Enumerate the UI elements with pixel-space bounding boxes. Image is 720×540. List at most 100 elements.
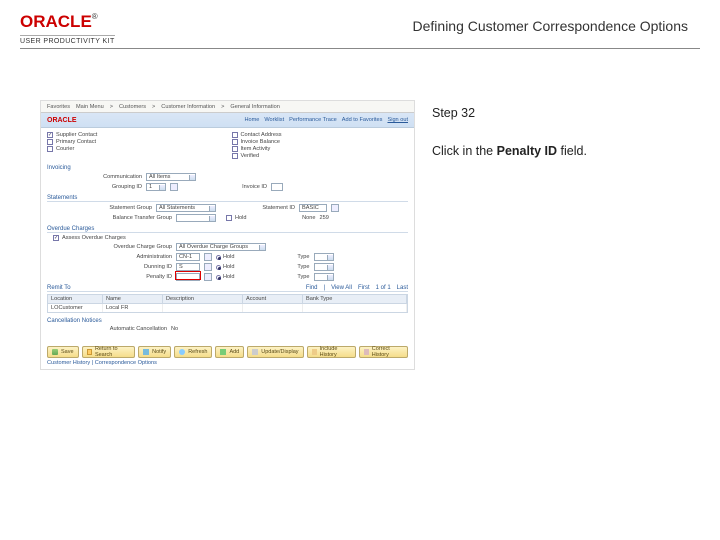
balance-group-select[interactable] xyxy=(176,214,216,222)
col-header: Account xyxy=(243,295,303,303)
field-label: Type xyxy=(285,274,310,280)
oracle-logo-block: ORACLE® USER PRODUCTIVITY KIT xyxy=(20,12,115,45)
overdue-group-select[interactable]: All Overdue Charge Groups xyxy=(176,243,266,251)
checkbox[interactable] xyxy=(232,132,238,138)
breadcrumb-item[interactable]: Customers xyxy=(119,104,146,110)
section-title-cancellation: Cancellation Notices xyxy=(47,318,408,324)
col-header: Description xyxy=(163,295,243,303)
field-label: Grouping ID xyxy=(87,184,142,190)
field-label: Balance Transfer Group xyxy=(87,215,172,221)
dunning-id-input[interactable]: S xyxy=(176,263,200,271)
lookup-icon[interactable] xyxy=(204,263,212,271)
page-title: Defining Customer Correspondence Options xyxy=(413,18,688,34)
nav-link[interactable]: Worklist xyxy=(264,117,284,123)
oracle-app-logo: ORACLE xyxy=(47,117,77,124)
step-body-pre: Click in the xyxy=(432,144,497,158)
checkbox-label: Hold xyxy=(235,215,247,221)
upk-subtitle: USER PRODUCTIVITY KIT xyxy=(20,35,115,45)
checkbox-label: Primary Contact xyxy=(56,139,96,145)
return-button[interactable]: Return to Search xyxy=(82,346,136,358)
checkbox[interactable] xyxy=(47,132,53,138)
statement-id-input[interactable]: BASIC xyxy=(299,204,327,212)
checkbox[interactable] xyxy=(47,139,53,145)
hold-radio[interactable] xyxy=(216,275,221,280)
administration-input[interactable]: CN-1 xyxy=(176,253,200,261)
correct-history-button[interactable]: Correct History xyxy=(359,346,408,358)
last-link[interactable]: Last xyxy=(397,285,408,291)
nav-link[interactable]: Home xyxy=(244,117,259,123)
hold-radio[interactable] xyxy=(216,255,221,260)
hold-radio[interactable] xyxy=(216,265,221,270)
statement-group-select[interactable]: All Statements xyxy=(156,204,216,212)
section-title-statements: Statements xyxy=(47,195,408,202)
footer-links[interactable]: Customer History | Correspondence Option… xyxy=(47,360,408,366)
save-button[interactable]: Save xyxy=(47,346,79,358)
hold-checkbox[interactable] xyxy=(226,215,232,221)
field-label: Communication xyxy=(87,174,142,180)
nav-link[interactable]: Performance Trace xyxy=(289,117,337,123)
field-label: Penalty ID xyxy=(87,274,172,280)
checkbox-label: Supplier Contact xyxy=(56,132,97,138)
type-select[interactable] xyxy=(314,253,334,261)
balance-value: 259 xyxy=(320,215,329,221)
lookup-icon[interactable] xyxy=(170,183,178,191)
checkbox[interactable] xyxy=(232,139,238,145)
checkbox[interactable] xyxy=(47,146,53,152)
breadcrumb-item[interactable]: Favorites xyxy=(47,104,70,110)
return-icon xyxy=(87,349,92,355)
radio-label: Hold xyxy=(223,264,235,270)
communication-select[interactable]: All Items xyxy=(146,173,196,181)
lookup-icon[interactable] xyxy=(331,204,339,212)
grouping-id-select[interactable]: 1 xyxy=(146,183,166,191)
add-button[interactable]: Add xyxy=(215,346,244,358)
find-link[interactable]: Find xyxy=(306,285,318,291)
view-all-link[interactable]: View All xyxy=(331,285,352,291)
notify-button[interactable]: Notify xyxy=(138,346,171,358)
section-title-overdue: Overdue Charges xyxy=(47,226,408,233)
field-label: Automatic Cancellation xyxy=(87,326,167,332)
notify-icon xyxy=(143,349,149,355)
field-label: Type xyxy=(285,264,310,270)
add-icon xyxy=(220,349,226,355)
update-icon xyxy=(252,349,258,355)
radio-label: Hold xyxy=(223,274,235,280)
remit-grid: Location Name Description Account Bank T… xyxy=(47,294,408,313)
radio-label: Hold xyxy=(223,254,235,260)
step-body-post: field. xyxy=(557,144,587,158)
first-link[interactable]: First xyxy=(358,285,370,291)
field-label: Statement ID xyxy=(240,205,295,211)
include-history-button[interactable]: Include History xyxy=(307,346,356,358)
update-display-button[interactable]: Update/Display xyxy=(247,346,303,358)
checkbox-label: Assess Overdue Charges xyxy=(62,235,126,241)
step-label: Step 32 xyxy=(432,106,692,122)
nav-link[interactable]: Sign out xyxy=(387,117,408,123)
section-title-invoicing: Invoicing xyxy=(47,165,408,171)
correct-icon xyxy=(364,349,369,355)
breadcrumb-item[interactable]: Customer Information xyxy=(161,104,215,110)
assess-overdue-checkbox[interactable] xyxy=(53,235,59,241)
lookup-icon[interactable] xyxy=(204,253,212,261)
breadcrumb-item[interactable]: Main Menu xyxy=(76,104,104,110)
step-body-emphasis: Penalty ID xyxy=(497,144,557,158)
field-label: Invoice ID xyxy=(222,184,267,190)
table-row[interactable]: LOCustomer Local FR xyxy=(48,304,407,312)
col-header: Location xyxy=(48,295,103,303)
checkbox-label: Invoice Balance xyxy=(241,139,281,145)
refresh-icon xyxy=(179,349,185,355)
type-select[interactable] xyxy=(314,263,334,271)
checkbox[interactable] xyxy=(232,146,238,152)
refresh-button[interactable]: Refresh xyxy=(174,346,212,358)
invoice-id-input[interactable] xyxy=(271,183,283,191)
instruction-column: Step 32 Click in the Penalty ID field. xyxy=(432,106,692,159)
header-rule xyxy=(20,48,700,49)
section-title-remit: Remit To Find | View All First 1 of 1 La… xyxy=(47,285,408,292)
checkbox-label: Verified xyxy=(241,153,260,159)
checkbox-label: Contact Address xyxy=(241,132,282,138)
lookup-icon[interactable] xyxy=(204,273,212,281)
field-label: Dunning ID xyxy=(87,264,172,270)
nav-link[interactable]: Add to Favorites xyxy=(342,117,383,123)
type-select[interactable] xyxy=(314,273,334,281)
checkbox[interactable] xyxy=(232,153,238,159)
field-label: Overdue Charge Group xyxy=(87,244,172,250)
breadcrumb-item[interactable]: General Information xyxy=(230,104,279,110)
